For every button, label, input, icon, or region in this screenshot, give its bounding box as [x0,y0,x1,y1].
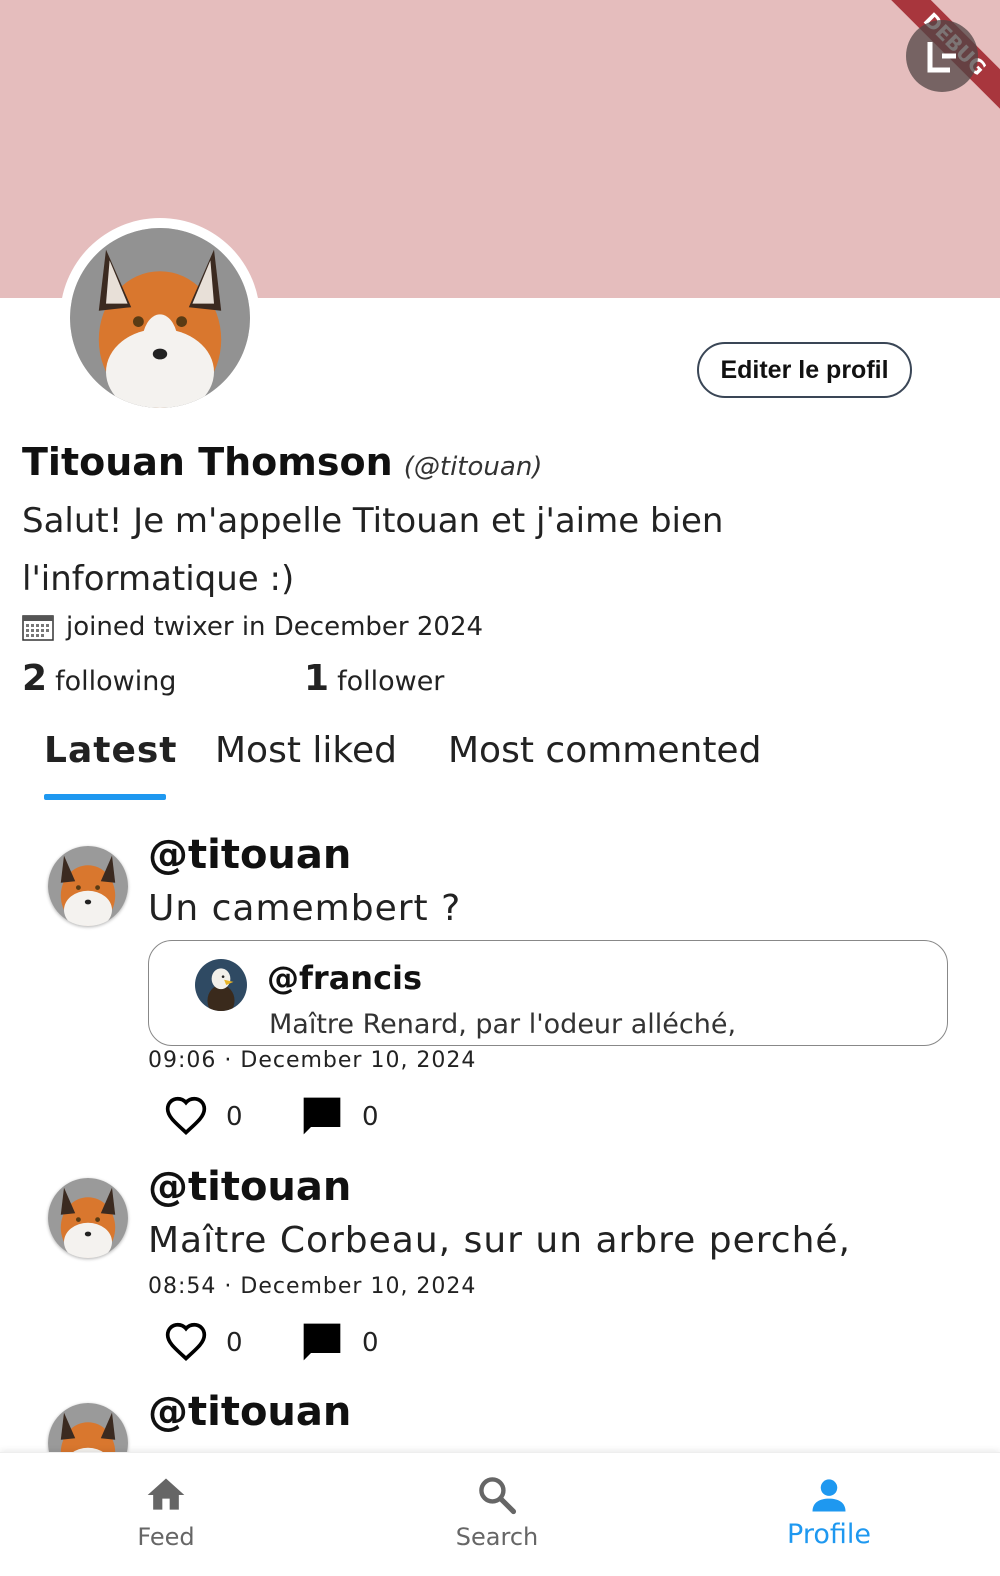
comment-count: 0 [362,1102,379,1132]
like-count: 0 [226,1102,243,1132]
post-avatar[interactable] [48,1178,128,1258]
post-username[interactable]: @titouan [148,1164,351,1210]
post-username[interactable]: @titouan [148,832,351,878]
bottom-navigation: Feed Search Profile [0,1452,1000,1576]
following-count: 2 [22,658,48,699]
following-label: following [55,666,177,697]
nav-search-label: Search [455,1523,539,1551]
quote-text: Maître Renard, par l'odeur alléché, [269,1009,737,1040]
joined-info: joined twixer in December 2024 [22,612,483,642]
joined-text: joined twixer in December 2024 [66,612,484,642]
logout-icon [927,42,956,73]
profile-handle: (@titouan) [403,452,543,482]
heart-icon[interactable] [164,1094,208,1138]
post-text: Un camembert ? [148,888,462,929]
post-username[interactable]: @titouan [148,1389,351,1435]
tab-most-commented[interactable]: Most commented [448,730,761,800]
profile-stats: 2 following 1 follower [22,658,622,702]
heart-icon[interactable] [164,1320,208,1364]
quote-avatar [195,959,247,1011]
post-text: Maître Corbeau, sur un arbre perché, [148,1220,851,1261]
comment-icon[interactable] [300,1094,344,1138]
edit-profile-button[interactable]: Editer le profil [697,342,912,398]
like-count: 0 [226,1328,243,1358]
nav-profile-label: Profile [787,1519,871,1550]
post-tabs: Latest Most liked Most commented [0,730,1000,802]
quoted-post[interactable]: @francis Maître Renard, par l'odeur allé… [148,940,948,1046]
post-actions: 0 0 [164,1094,464,1142]
home-icon [147,1478,185,1510]
nav-profile[interactable]: Profile [729,1453,929,1576]
comment-count: 0 [362,1328,379,1358]
quote-username: @francis [267,959,423,997]
post-actions: 0 0 [164,1320,464,1368]
search-icon [479,1477,517,1515]
post-timestamp: 09:06 · December 10, 2024 [148,1048,477,1073]
comment-icon[interactable] [300,1320,344,1364]
profile-name: Titouan Thomson [22,440,393,484]
nav-feed-label: Feed [137,1523,195,1551]
profile-avatar[interactable] [60,218,260,418]
post-avatar[interactable] [48,846,128,926]
post-timestamp: 08:54 · December 10, 2024 [148,1274,477,1299]
nav-search[interactable]: Search [397,1453,597,1576]
tab-indicator [44,794,166,800]
tab-latest[interactable]: Latest [44,730,178,800]
person-icon [812,1479,846,1512]
following-stat[interactable]: 2 following [22,658,176,699]
profile-bio: Salut! Je m'appelle Titouan et j'aime bi… [22,501,724,599]
fox-avatar-image [70,228,250,408]
logout-button[interactable] [906,20,978,92]
followers-stat[interactable]: 1 follower [304,658,444,699]
tab-most-liked[interactable]: Most liked [215,730,397,800]
profile-name-row: Titouan Thomson (@titouan) [22,440,542,484]
nav-feed[interactable]: Feed [66,1453,266,1576]
calendar-icon [22,615,54,641]
followers-count: 1 [304,658,330,699]
followers-label: follower [337,666,445,697]
